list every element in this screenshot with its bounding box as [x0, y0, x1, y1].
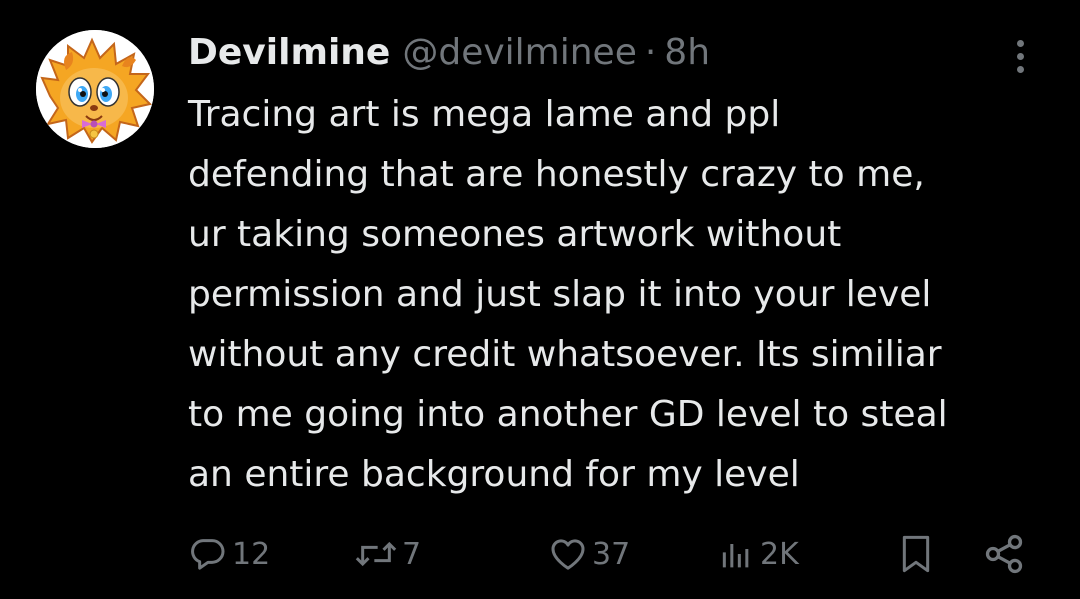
- separator-dot: ·: [644, 32, 657, 73]
- tweet-text: Tracing art is mega lame and ppl defendi…: [188, 85, 1068, 505]
- tweet-text-line: to me going into another GD level to ste…: [188, 394, 948, 435]
- more-icon: [1016, 39, 1024, 47]
- tweet-text-line: defending that are honestly crazy to me,: [188, 154, 925, 195]
- repost-count: 7: [402, 536, 422, 572]
- view-count: 2K: [760, 536, 799, 572]
- views-icon: [722, 544, 749, 568]
- like-button[interactable]: 37: [548, 526, 630, 582]
- user-handle[interactable]: @devilminee: [402, 30, 637, 76]
- repost-icon: [355, 541, 397, 567]
- more-icon-dot: [1016, 52, 1024, 60]
- heart-icon: [551, 539, 585, 570]
- avatar[interactable]: [36, 30, 154, 148]
- views-button[interactable]: 2K: [716, 526, 799, 582]
- avatar-image: [36, 30, 154, 148]
- repost-button[interactable]: 7: [354, 526, 421, 582]
- action-bar: 12 7 37 2K: [188, 526, 1038, 582]
- reply-count: 12: [232, 536, 271, 572]
- more-button[interactable]: [1002, 34, 1038, 78]
- tweet[interactable]: Devilmine @devilminee · 8h Tracing art i…: [0, 0, 1080, 599]
- reply-button[interactable]: 12: [188, 526, 270, 582]
- tweet-text-line: Tracing art is mega lame and ppl: [188, 94, 781, 135]
- bookmark-icon: [902, 535, 930, 573]
- like-count: 37: [592, 536, 631, 572]
- bookmark-button[interactable]: [896, 526, 936, 582]
- display-name[interactable]: Devilmine: [188, 30, 390, 76]
- reply-icon: [191, 539, 225, 570]
- timestamp[interactable]: 8h: [664, 30, 710, 76]
- tweet-text-line: an entire background for my level: [188, 454, 800, 495]
- tweet-header: Devilmine @devilminee · 8h: [188, 30, 710, 76]
- tweet-text-line: ur taking someones artwork without: [188, 214, 842, 255]
- tweet-text-line: permission and just slap it into your le…: [188, 274, 932, 315]
- more-icon-dot: [1016, 65, 1024, 73]
- share-icon: [985, 534, 1023, 574]
- share-button[interactable]: [982, 526, 1026, 582]
- tweet-text-line: without any credit whatsoever. Its simil…: [188, 334, 942, 375]
